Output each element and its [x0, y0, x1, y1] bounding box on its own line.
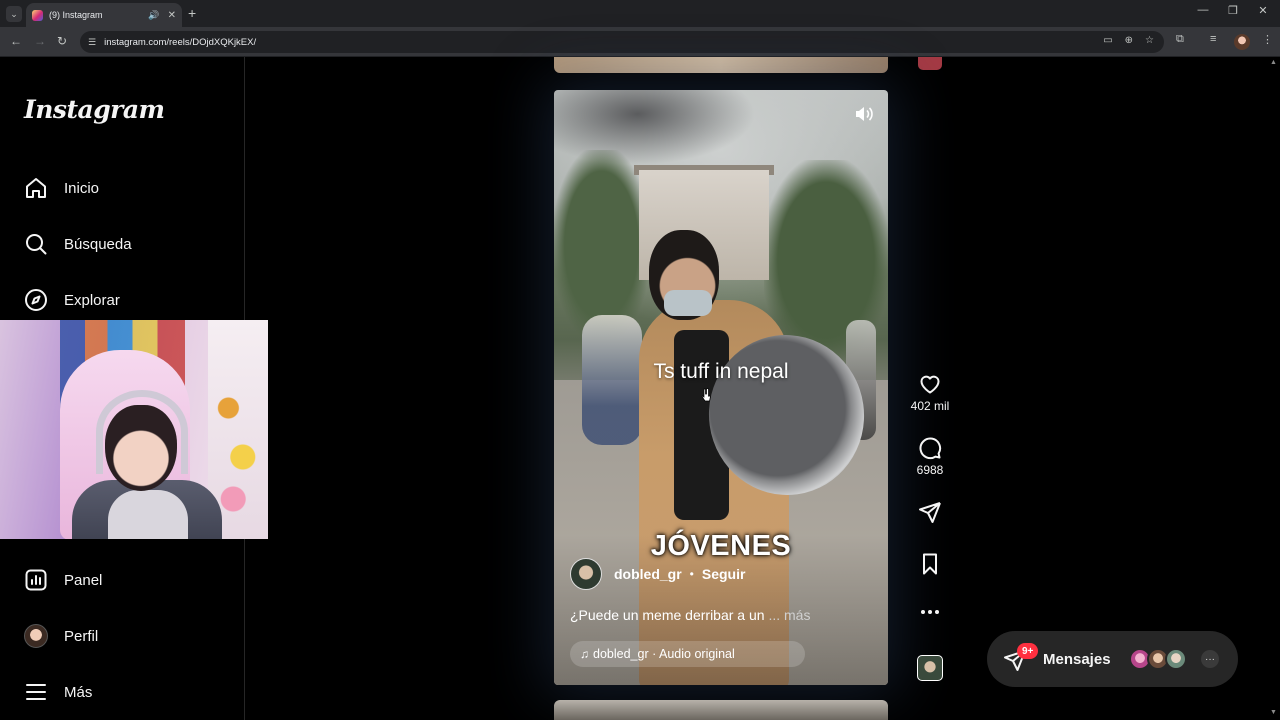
extensions-icon[interactable]: ⧉ — [1176, 33, 1184, 46]
sidebar-item-label: Explorar — [64, 291, 120, 309]
comment-count[interactable]: 6988 — [917, 463, 944, 477]
new-tab-button[interactable]: + — [188, 5, 196, 21]
message-avatars — [1129, 648, 1187, 670]
back-arrow-icon[interactable]: ← — [10, 34, 22, 48]
reel-description: ¿Puede un meme derribar a un ... más — [570, 607, 810, 623]
browser-profile-avatar[interactable] — [1234, 34, 1250, 50]
reel-video[interactable]: Ts tuff in nepal JÓVENES dobled_gr • Seg… — [554, 90, 888, 685]
page-scrollbar[interactable]: ▲ ▼ — [1268, 57, 1280, 720]
reel-overlay-text: Ts tuff in nepal — [653, 360, 789, 383]
webcam-toys — [214, 380, 262, 520]
music-note-icon: ♫ — [580, 647, 589, 661]
sidebar-item-label: Perfil — [64, 627, 99, 645]
audio-label: dobled_gr · Audio original — [593, 647, 735, 661]
url-text: instagram.com/reels/DOjdXQKjkEX/ — [104, 36, 257, 48]
unread-badge: 9+ — [1017, 643, 1039, 659]
webcam-headphones — [96, 390, 188, 474]
next-reel-preview[interactable] — [554, 700, 888, 720]
webcam-overlay — [0, 320, 268, 539]
bookmark-icon[interactable] — [918, 552, 942, 576]
browser-menu-icon[interactable]: ⋮ — [1262, 33, 1273, 46]
sidebar-item-label: Inicio — [64, 179, 100, 197]
like-action: 402 mil — [905, 372, 955, 413]
sidebar-item-mas[interactable]: Más — [24, 677, 92, 707]
more-link[interactable]: ... más — [768, 607, 810, 623]
mouse-cursor-icon — [701, 388, 711, 402]
avatar — [24, 624, 48, 648]
browser-tab-strip: ⌄ (9) Instagram 🔊 ✕ + — ❐ ✕ — [0, 0, 1280, 27]
comment-icon[interactable] — [918, 436, 942, 460]
zoom-icon[interactable]: ⊕ — [1125, 35, 1133, 46]
reload-icon[interactable]: ↻ — [57, 34, 67, 48]
profile-avatar-wrap — [24, 624, 48, 648]
share-icon[interactable] — [918, 500, 942, 524]
messages-label: Mensajes — [1043, 651, 1111, 668]
window-close-button[interactable]: ✕ — [1248, 4, 1278, 17]
sidebar-item-label: Búsqueda — [64, 235, 132, 253]
menu-icon — [24, 680, 48, 704]
tab-title: (9) Instagram — [49, 10, 103, 20]
sidebar-item-busqueda[interactable]: Búsqueda — [24, 229, 132, 259]
sidebar-item-perfil[interactable]: Perfil — [24, 621, 98, 651]
reel-description-text: ¿Puede un meme derribar a un — [570, 607, 765, 623]
home-icon — [24, 176, 48, 200]
webcam-person-shirt — [108, 490, 188, 539]
author-avatar[interactable] — [570, 558, 602, 590]
tab-close-icon[interactable]: ✕ — [168, 10, 176, 21]
tab-search-button[interactable]: ⌄ — [6, 6, 22, 22]
site-info-icon[interactable]: ☰ — [88, 37, 96, 48]
sidebar-item-label: Más — [64, 683, 93, 701]
share-action — [905, 500, 955, 524]
separator-dot: • — [689, 567, 694, 581]
compass-icon — [24, 288, 48, 312]
more-options-action — [905, 608, 955, 616]
window-minimize-button[interactable]: — — [1188, 4, 1218, 16]
browser-toolbar: ← → ↻ ☰ instagram.com/reels/DOjdXQKjkEX/… — [0, 27, 1280, 57]
instagram-logo[interactable]: Instagram — [24, 95, 165, 124]
save-action — [905, 552, 955, 576]
cast-icon[interactable]: ▭ — [1103, 35, 1112, 46]
scroll-up-icon[interactable]: ▲ — [1270, 59, 1277, 66]
sidebar-item-panel[interactable]: Panel — [24, 565, 102, 595]
bookmark-star-icon[interactable]: ☆ — [1145, 35, 1154, 46]
address-bar[interactable]: ☰ instagram.com/reels/DOjdXQKjkEX/ ▭ ⊕ ☆ — [80, 31, 1164, 53]
more-options-icon[interactable] — [918, 608, 942, 616]
instagram-favicon-icon — [32, 9, 43, 21]
avatar — [1165, 648, 1187, 670]
scroll-down-icon[interactable]: ▼ — [1270, 709, 1277, 716]
comment-action: 6988 — [905, 436, 955, 477]
reel-man-mask — [664, 290, 712, 316]
more-avatars-icon: ··· — [1201, 650, 1219, 668]
sidebar-item-label: Panel — [64, 571, 103, 589]
previous-reel-preview[interactable] — [554, 57, 888, 73]
search-icon — [24, 232, 48, 256]
audio-avatar-thumbnail[interactable] — [917, 655, 943, 681]
dashboard-icon — [24, 568, 48, 592]
tab-audio-icon[interactable]: 🔊 — [148, 10, 159, 21]
author-username[interactable]: dobled_gr — [614, 566, 682, 582]
media-control-icon[interactable]: ≡ — [1210, 33, 1216, 45]
window-restore-button[interactable]: ❐ — [1218, 4, 1248, 17]
sidebar-item-explorar[interactable]: Explorar — [24, 285, 120, 315]
browser-tab[interactable]: (9) Instagram 🔊 ✕ — [26, 3, 182, 27]
audio-pill[interactable]: ♫ dobled_gr · Audio original — [570, 641, 805, 667]
follow-button[interactable]: Seguir — [702, 566, 746, 582]
forward-arrow-icon[interactable]: → — [34, 34, 46, 48]
heart-icon[interactable] — [918, 372, 942, 396]
previous-reel-audio-avatar[interactable] — [918, 57, 942, 70]
messages-bubble[interactable]: 9+ Mensajes ··· — [987, 631, 1238, 687]
like-count[interactable]: 402 mil — [911, 399, 950, 413]
reel-trees-left — [554, 150, 649, 340]
reel-author-row: dobled_gr • Seguir — [570, 558, 745, 590]
sound-on-icon[interactable] — [854, 106, 874, 122]
sidebar-item-inicio[interactable]: Inicio — [24, 173, 99, 203]
